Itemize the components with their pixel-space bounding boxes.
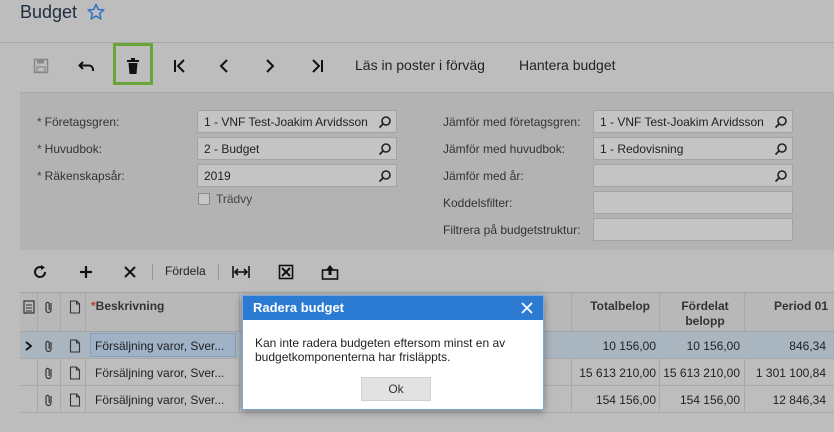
floppy-disk-icon [33, 58, 49, 74]
current-row-arrow-icon [25, 341, 33, 351]
compare-year-field[interactable] [593, 164, 793, 187]
dialog-message: Kan inte radera budgeten eftersom minst … [255, 336, 506, 364]
row-description[interactable]: Försäljning varor, Sver... [95, 393, 235, 407]
toolbar-divider [218, 264, 219, 280]
compare-ledger-field[interactable]: 1 - Redovisning [593, 137, 793, 160]
row-description[interactable]: Försäljning varor, Sver... [95, 366, 235, 380]
first-record-button[interactable] [167, 53, 193, 79]
trash-icon [127, 58, 139, 74]
delete-budget-dialog: Radera budget Kan inte radera budgeten e… [242, 295, 544, 410]
compare-year-label: Jämför med år: [443, 169, 524, 183]
add-row-button[interactable] [75, 261, 97, 283]
row-period01[interactable]: 12 846,34 [745, 393, 826, 407]
refresh-button[interactable] [29, 261, 51, 283]
load-records-button[interactable]: Läs in poster i förväg [355, 57, 485, 73]
total-header[interactable]: Totalbelop [580, 299, 650, 313]
distribute-button[interactable]: Fördela [165, 264, 206, 278]
main-toolbar: Läs in poster i förväg Hantera budget [0, 43, 834, 87]
search-icon[interactable] [774, 142, 788, 156]
ledger-label: * Huvudbok: [37, 142, 103, 156]
title-row: Budget [20, 0, 105, 24]
paperclip-icon[interactable] [43, 339, 55, 353]
branch-field[interactable]: 1 - VNF Test-Joakim Arvidsson [197, 110, 397, 133]
upload-icon [321, 265, 339, 280]
ok-button[interactable]: Ok [361, 377, 431, 401]
row-description[interactable]: Försäljning varor, Sver... [95, 339, 235, 353]
row-period01[interactable]: 846,34 [745, 339, 826, 353]
compare-ledger-label: Jämför med huvudbok: [443, 142, 566, 156]
excel-icon [278, 264, 294, 280]
tree-view-checkbox[interactable]: Trädvy [198, 192, 252, 206]
code-filter-label: Koddelsfilter: [443, 196, 513, 210]
compare-branch-label: Jämför med företagsgren: [443, 115, 581, 129]
paperclip-icon [45, 301, 52, 314]
search-icon[interactable] [774, 169, 788, 183]
row-distributed[interactable]: 154 156,00 [660, 393, 740, 407]
search-icon[interactable] [378, 169, 392, 183]
structure-filter-label: Filtrera på budgetstruktur: [443, 223, 581, 237]
branch-label: * Företagsgren: [37, 115, 120, 129]
search-icon[interactable] [378, 115, 392, 129]
ledger-field[interactable]: 2 - Budget [197, 137, 397, 160]
fiscal-year-field[interactable]: 2019 [197, 164, 397, 187]
upload-button[interactable] [319, 261, 341, 283]
search-icon[interactable] [774, 115, 788, 129]
last-record-icon [312, 59, 323, 73]
undo-button[interactable] [74, 53, 100, 79]
row-total[interactable]: 10 156,00 [572, 339, 656, 353]
row-selector-icon[interactable] [23, 300, 35, 314]
row-total[interactable]: 15 613 210,00 [572, 366, 656, 380]
row-distributed[interactable]: 10 156,00 [660, 339, 740, 353]
compare-branch-field[interactable]: 1 - VNF Test-Joakim Arvidsson [593, 110, 793, 133]
row-total[interactable]: 154 156,00 [572, 393, 656, 407]
dialog-header: Radera budget [243, 296, 543, 320]
close-icon[interactable] [519, 300, 535, 316]
export-excel-button[interactable] [275, 261, 297, 283]
undo-icon [78, 61, 94, 71]
chevron-left-icon [219, 59, 228, 73]
delete-button[interactable] [120, 53, 146, 79]
grid-toolbar: Fördela [20, 252, 834, 290]
fit-columns-button[interactable] [230, 261, 252, 283]
note-icon[interactable] [69, 393, 81, 407]
paperclip-icon[interactable] [43, 393, 55, 407]
plus-icon [80, 266, 92, 278]
note-icon [69, 300, 81, 314]
first-record-icon [174, 59, 185, 73]
refresh-icon [34, 265, 47, 278]
fiscal-year-label: * Räkenskapsår: [37, 169, 125, 183]
row-distributed[interactable]: 15 613 210,00 [660, 366, 740, 380]
fit-width-icon [232, 266, 250, 278]
manage-budget-button[interactable]: Hantera budget [519, 57, 616, 73]
distributed-header[interactable]: Fördelat belopp [670, 299, 740, 329]
note-icon[interactable] [69, 339, 81, 353]
description-header[interactable]: *Beskrivning [91, 299, 164, 313]
previous-record-button[interactable] [211, 53, 237, 79]
checkbox-box[interactable] [198, 193, 210, 205]
chevron-right-icon [266, 59, 275, 73]
note-icon[interactable] [69, 366, 81, 380]
period01-header[interactable]: Period 01 [760, 299, 828, 313]
star-icon[interactable] [87, 3, 105, 21]
last-record-button[interactable] [304, 53, 330, 79]
next-record-button[interactable] [257, 53, 283, 79]
search-icon[interactable] [378, 142, 392, 156]
code-filter-field[interactable] [593, 191, 793, 214]
page-title: Budget [20, 1, 78, 22]
dialog-title: Radera budget [253, 300, 345, 315]
row-period01[interactable]: 1 301 100,84 [745, 366, 826, 380]
paperclip-icon[interactable] [43, 366, 55, 380]
delete-row-button[interactable] [119, 261, 141, 283]
close-icon [124, 266, 136, 278]
save-button[interactable] [28, 53, 54, 79]
toolbar-divider [152, 264, 153, 280]
structure-filter-field[interactable] [593, 218, 793, 241]
